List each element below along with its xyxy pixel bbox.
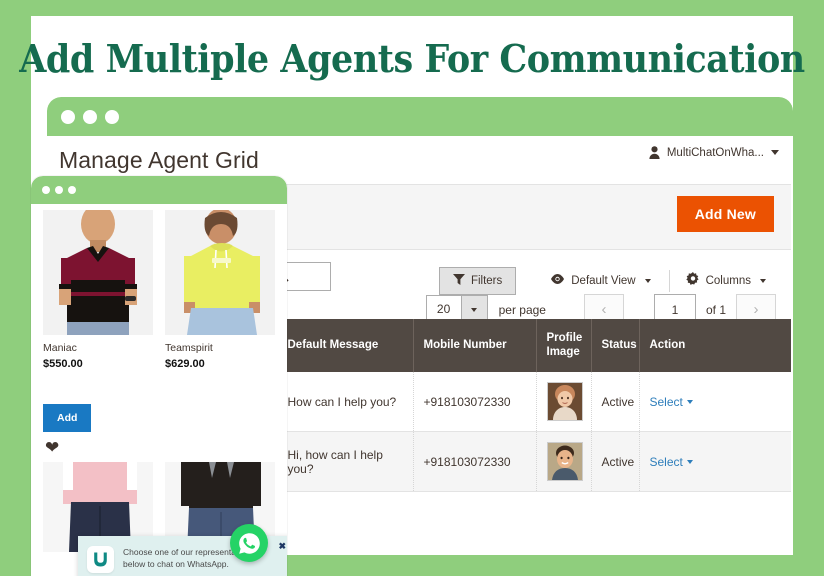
multichat-logo-icon — [87, 546, 114, 573]
cell-action[interactable]: Select — [639, 431, 791, 492]
cell-status: Active — [591, 372, 640, 432]
storefront-preview-window: Maniac $550.00 Teamspirit $629.00 Add ❤ … — [31, 176, 287, 576]
window-dot-close — [61, 109, 75, 124]
cell-default-message: How can I help you? — [277, 372, 414, 432]
window-dot-minimize — [83, 109, 97, 124]
cell-mobile-number: +918103072330 — [413, 431, 537, 492]
caret-glyph — [471, 307, 478, 312]
product-card[interactable]: Teamspirit $629.00 — [165, 210, 275, 370]
product-price: $550.00 — [43, 358, 83, 370]
window-dot-minimize — [55, 186, 63, 194]
chevron-down-icon — [760, 278, 766, 283]
column-header-status[interactable]: Status — [591, 319, 640, 372]
chevron-down-icon — [686, 460, 693, 465]
cell-status: Active — [591, 431, 640, 492]
add-new-button[interactable]: Add New — [676, 196, 774, 232]
page-headline: Add Multiple Agents For Communication — [19, 35, 805, 81]
whatsapp-icon — [238, 532, 260, 554]
chevron-down-icon — [644, 278, 651, 283]
avatar — [546, 382, 583, 421]
browser-chrome-bar — [47, 97, 793, 136]
page-title: Manage Agent Grid — [59, 146, 259, 173]
grid-view-controls: Filters Default View Columns — [438, 266, 776, 295]
avatar — [546, 442, 583, 481]
person-icon — [649, 146, 660, 159]
product-price: $629.00 — [165, 358, 205, 370]
filters-button[interactable]: Filters — [438, 266, 517, 295]
columns-label: Columns — [705, 274, 751, 287]
heart-icon[interactable]: ❤ — [45, 438, 59, 458]
cell-action[interactable]: Select — [639, 372, 791, 432]
add-to-cart-button[interactable]: Add — [43, 404, 92, 432]
per-page-label: per page — [498, 302, 546, 317]
cell-default-message: Hi, how can I help you? — [277, 431, 414, 492]
storefront-body: Maniac $550.00 Teamspirit $629.00 Add ❤ — [31, 204, 287, 552]
column-header-mobile-number[interactable]: Mobile Number — [413, 319, 537, 372]
cell-profile-image — [536, 372, 592, 432]
product-image — [165, 210, 275, 335]
column-header-profile-image[interactable]: Profile Image — [536, 319, 592, 372]
page-count-label: of 1 — [705, 302, 726, 317]
default-view-label: Default View — [571, 274, 636, 287]
select-dropdown[interactable]: Select — [650, 455, 683, 469]
user-menu[interactable]: MultiChatOnWha... — [649, 146, 779, 159]
storefront-chrome-bar — [31, 176, 287, 204]
window-dot-close — [42, 186, 50, 194]
cell-profile-image — [536, 431, 592, 492]
screenshot-root: Add Multiple Agents For Communication Ma… — [0, 0, 824, 576]
default-view-button[interactable]: Default View — [538, 268, 662, 293]
chevron-down-icon — [771, 150, 779, 155]
product-grid: Maniac $550.00 Teamspirit $629.00 — [43, 210, 275, 370]
columns-button[interactable]: Columns — [676, 266, 776, 295]
product-image — [43, 210, 153, 335]
product-name: Teamspirit — [165, 342, 213, 354]
gear-icon — [685, 272, 700, 289]
column-header-default-message[interactable]: Default Message — [277, 319, 414, 372]
cell-mobile-number: +918103072330 — [413, 372, 537, 432]
eye-icon — [550, 274, 565, 287]
chevron-down-icon — [686, 400, 693, 405]
filters-label: Filters — [470, 274, 503, 287]
product-name: Maniac — [43, 342, 77, 354]
funnel-icon — [452, 273, 465, 288]
product-card[interactable]: Maniac $550.00 — [43, 210, 153, 370]
select-dropdown[interactable]: Select — [650, 395, 683, 409]
whatsapp-float-button[interactable] — [230, 524, 268, 562]
window-dot-maximize — [105, 109, 119, 124]
window-dot-maximize — [68, 186, 76, 194]
close-icon[interactable]: ✖ — [278, 541, 286, 552]
column-header-action[interactable]: Action — [639, 319, 791, 372]
user-menu-label: MultiChatOnWha... — [666, 146, 764, 159]
controls-divider — [668, 269, 670, 292]
